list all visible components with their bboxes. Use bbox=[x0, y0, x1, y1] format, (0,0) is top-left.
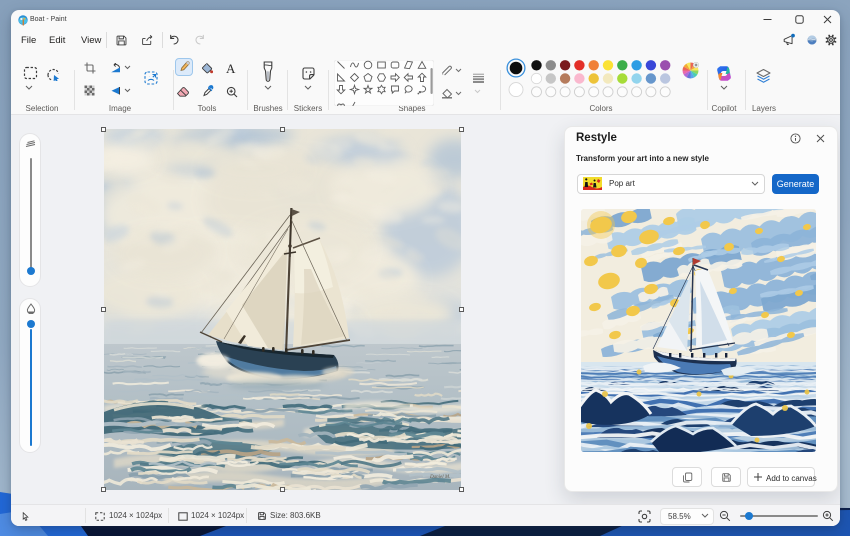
svg-text:Daniel M.: Daniel M. bbox=[429, 475, 450, 480]
